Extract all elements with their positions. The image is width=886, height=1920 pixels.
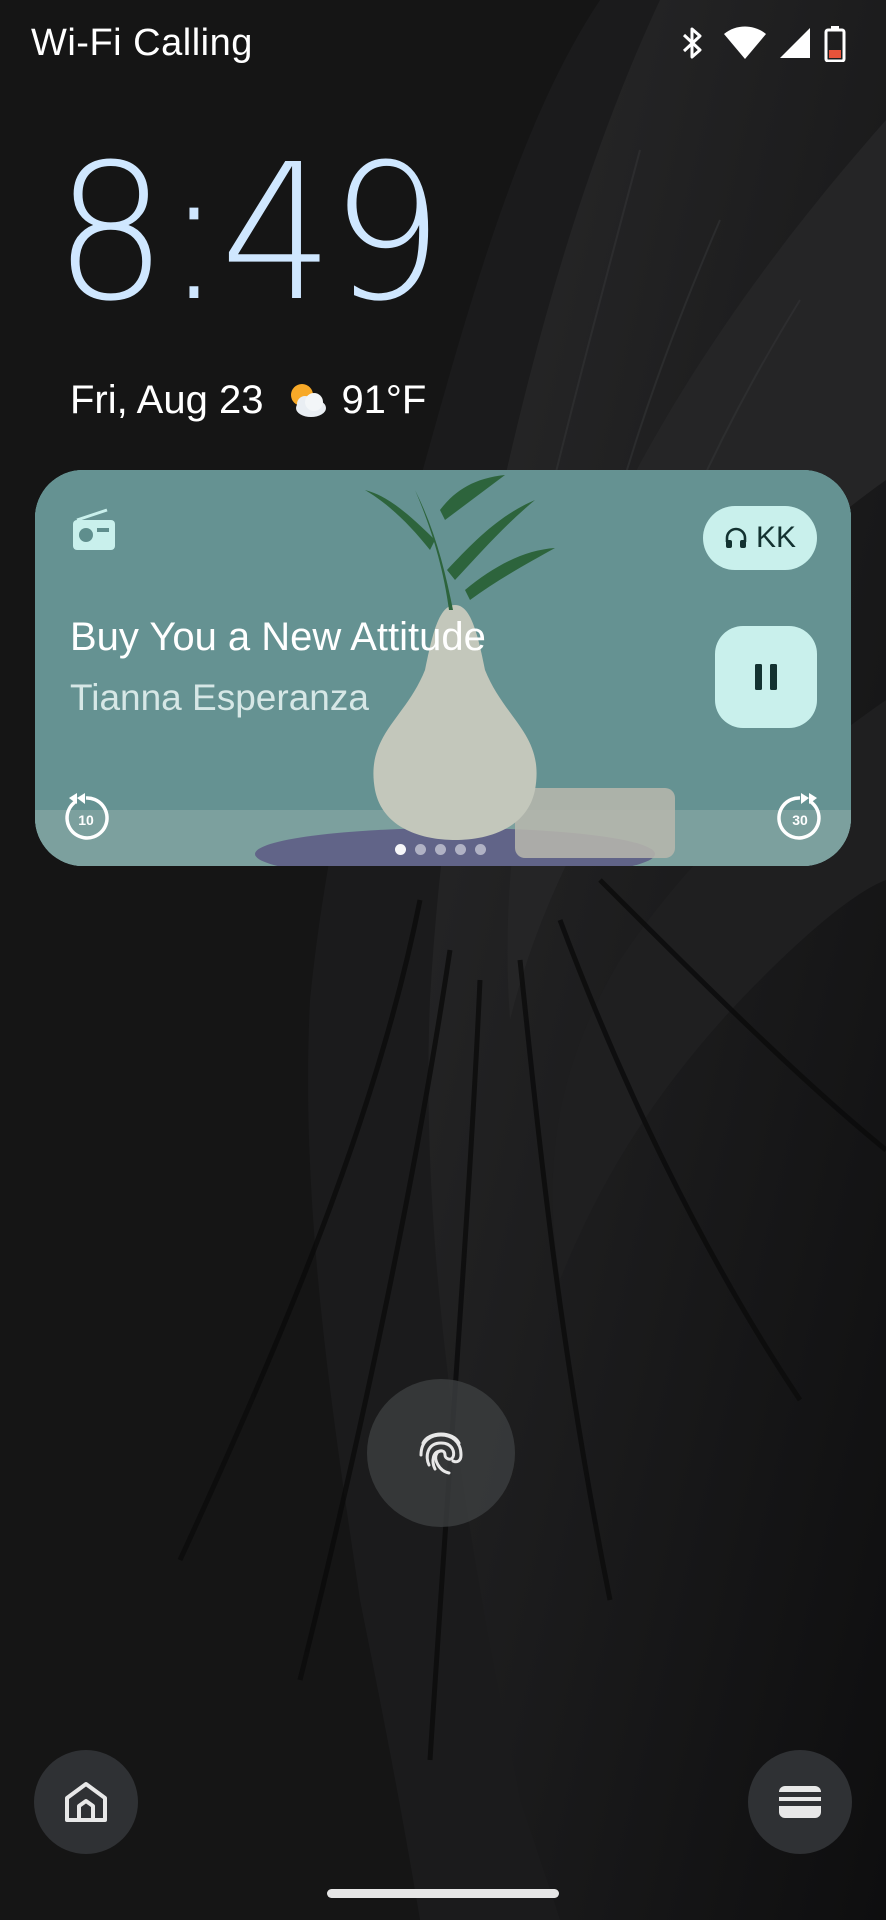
date-label: Fri, Aug 23	[70, 377, 264, 422]
partly-cloudy-icon	[291, 384, 327, 417]
fingerprint-icon	[419, 1432, 463, 1475]
wallet-icon	[779, 1786, 821, 1818]
media-pager-dots[interactable]	[395, 844, 486, 855]
pause-icon	[755, 664, 777, 690]
seek-back-button[interactable]: 10	[61, 792, 111, 842]
artist-name: Tianna Esperanza	[70, 677, 369, 718]
date-weather-row[interactable]: Fri, Aug 23 91°F	[70, 374, 426, 426]
temperature-label: 91°F	[341, 377, 427, 422]
pager-dot[interactable]	[455, 844, 466, 855]
seek-back-label: 10	[78, 812, 94, 828]
gesture-navigation-bar[interactable]	[327, 1889, 559, 1898]
cell-signal-icon	[780, 28, 810, 58]
seek-forward-button[interactable]: 30	[775, 792, 825, 842]
song-title: Buy You a New Attitude	[70, 615, 486, 659]
status-bar: Wi-Fi Calling	[0, 0, 886, 90]
radio-icon	[73, 508, 115, 550]
home-shortcut-button[interactable]	[34, 1750, 138, 1854]
pager-dot[interactable]	[395, 844, 406, 855]
pager-dot[interactable]	[435, 844, 446, 855]
output-device-chip[interactable]: KK	[703, 506, 817, 570]
output-device-label: KK	[755, 521, 797, 554]
bluetooth-icon	[682, 27, 702, 59]
battery-low-icon	[824, 26, 846, 62]
pager-dot[interactable]	[475, 844, 486, 855]
media-player-card[interactable]: KK Buy You a New Attitude Tianna Esperan…	[35, 470, 851, 866]
seek-forward-label: 30	[792, 812, 808, 828]
pager-dot[interactable]	[415, 844, 426, 855]
fingerprint-sensor[interactable]	[367, 1379, 515, 1527]
home-icon	[65, 1782, 107, 1822]
carrier-label: Wi-Fi Calling	[31, 22, 253, 64]
wallet-shortcut-button[interactable]	[748, 1750, 852, 1854]
headphones-icon	[725, 527, 747, 548]
wifi-icon	[724, 26, 766, 59]
status-icons	[678, 26, 858, 66]
pause-button[interactable]	[715, 626, 817, 728]
lock-screen: Wi-Fi Calling 8:49 Fri, Aug 23 91°F KK B…	[0, 0, 886, 1920]
lockscreen-clock: 8:49	[54, 124, 444, 343]
